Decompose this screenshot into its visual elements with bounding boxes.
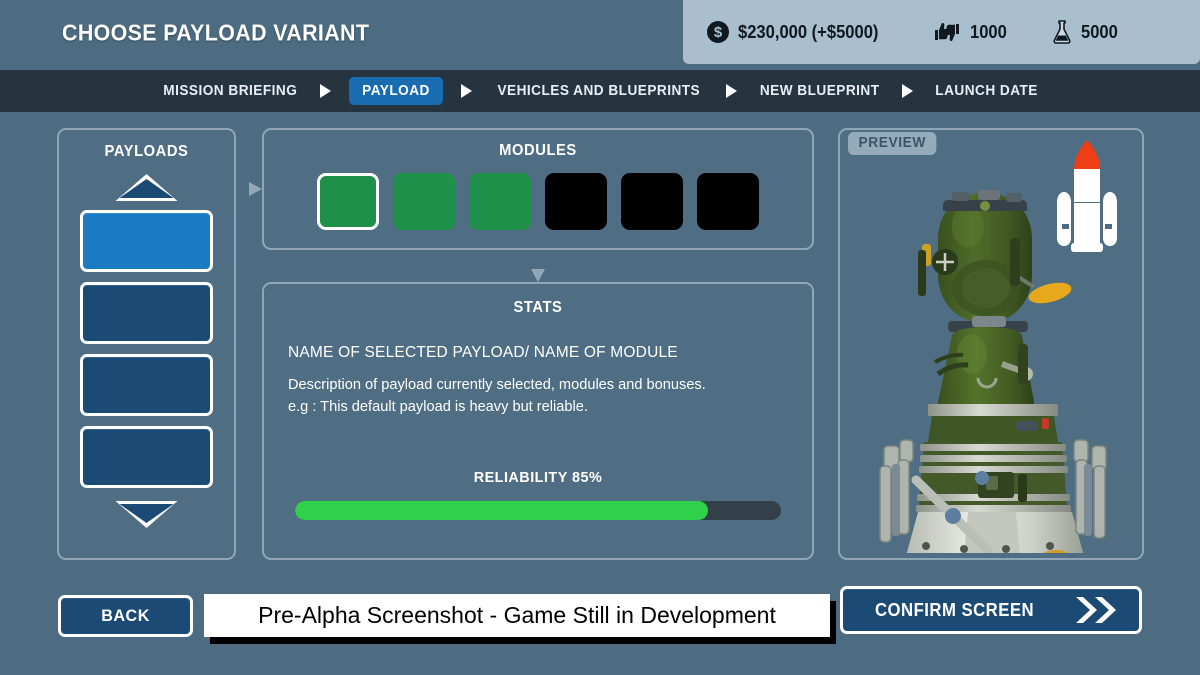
chevron-right-icon [461,84,472,98]
resource-bar: $ $230,000 (+$5000) 1000 [683,0,1200,64]
coin-icon: $ [707,21,729,43]
chevron-right-icon [320,84,331,98]
preview-badge: PREVIEW [848,132,936,155]
resource-science: 5000 [1052,20,1121,44]
confirm-screen-button[interactable]: CONFIRM SCREEN [840,586,1142,634]
payloads-scroll-up-button[interactable] [116,174,178,201]
modules-panel-title: MODULES [278,142,799,160]
module-slot[interactable] [545,173,607,230]
page-title: CHOOSE PAYLOAD VARIANT [62,20,369,47]
funds-value: $230,000 (+$5000) [738,22,878,43]
payload-preview-render [860,178,1130,553]
confirm-screen-label: CONFIRM SCREEN [875,600,1034,621]
module-slot[interactable] [697,173,759,230]
preview-panel: PREVIEW [838,128,1144,560]
module-slot[interactable] [393,173,455,230]
payloads-panel: PAYLOADS [57,128,236,560]
payload-description-line-1: Description of payload currently selecte… [288,375,812,396]
reputation-value: 1000 [970,22,1007,43]
stats-panel: STATS NAME OF SELECTED PAYLOAD/ NAME OF … [262,282,814,560]
reliability-progress-bar [295,501,781,520]
breadcrumb-item-vehicles-and-blueprints[interactable]: VEHICLES AND BLUEPRINTS [488,83,709,99]
breadcrumb-item-new-blueprint[interactable]: NEW BLUEPRINT [750,83,889,99]
module-slot[interactable] [621,173,683,230]
payload-list-item[interactable] [80,426,213,488]
science-flask-icon [1052,20,1072,44]
payload-list-item[interactable] [80,354,213,416]
selected-payload-name: NAME OF SELECTED PAYLOAD/ NAME OF MODULE [288,344,812,362]
module-slot[interactable] [317,173,379,230]
reliability-progress-fill [295,501,708,520]
breadcrumb-item-payload[interactable]: PAYLOAD [349,77,443,105]
back-button[interactable]: BACK [58,595,193,637]
reliability-label: RELIABILITY 85% [275,469,801,486]
breadcrumb: MISSION BRIEFING PAYLOAD VEHICLES AND BL… [0,70,1200,112]
payload-list-item[interactable] [80,282,213,344]
header-bar: CHOOSE PAYLOAD VARIANT $ $230,000 (+$500… [0,0,1200,70]
science-value: 5000 [1081,22,1118,43]
payload-variant-screen: CHOOSE PAYLOAD VARIANT $ $230,000 (+$500… [0,0,1200,675]
module-slot[interactable] [469,173,531,230]
modules-panel: MODULES [262,128,814,250]
back-button-label: BACK [101,606,150,626]
resource-funds: $ $230,000 (+$5000) [707,21,891,43]
double-chevron-right-icon [1073,595,1119,625]
reputation-thumbs-icon [933,21,961,43]
chevron-right-icon [902,84,913,98]
chevron-right-icon [726,84,737,98]
payload-list-item[interactable] [80,210,213,272]
payload-description-line-2: e.g : This default payload is heavy but … [288,397,812,418]
resource-reputation: 1000 [933,21,1010,43]
payloads-panel-title: PAYLOADS [63,143,229,161]
connector-arrow-down-icon [526,249,550,283]
payload-list [59,210,234,488]
breadcrumb-item-mission-briefing[interactable]: MISSION BRIEFING [154,83,307,99]
stats-panel-title: STATS [278,299,799,317]
payloads-scroll-down-button[interactable] [116,501,178,528]
connector-arrow-right-icon [231,178,263,200]
module-slot-row [264,173,812,230]
prealpha-watermark: Pre-Alpha Screenshot - Game Still in Dev… [204,594,830,637]
breadcrumb-item-launch-date[interactable]: LAUNCH DATE [926,83,1047,99]
